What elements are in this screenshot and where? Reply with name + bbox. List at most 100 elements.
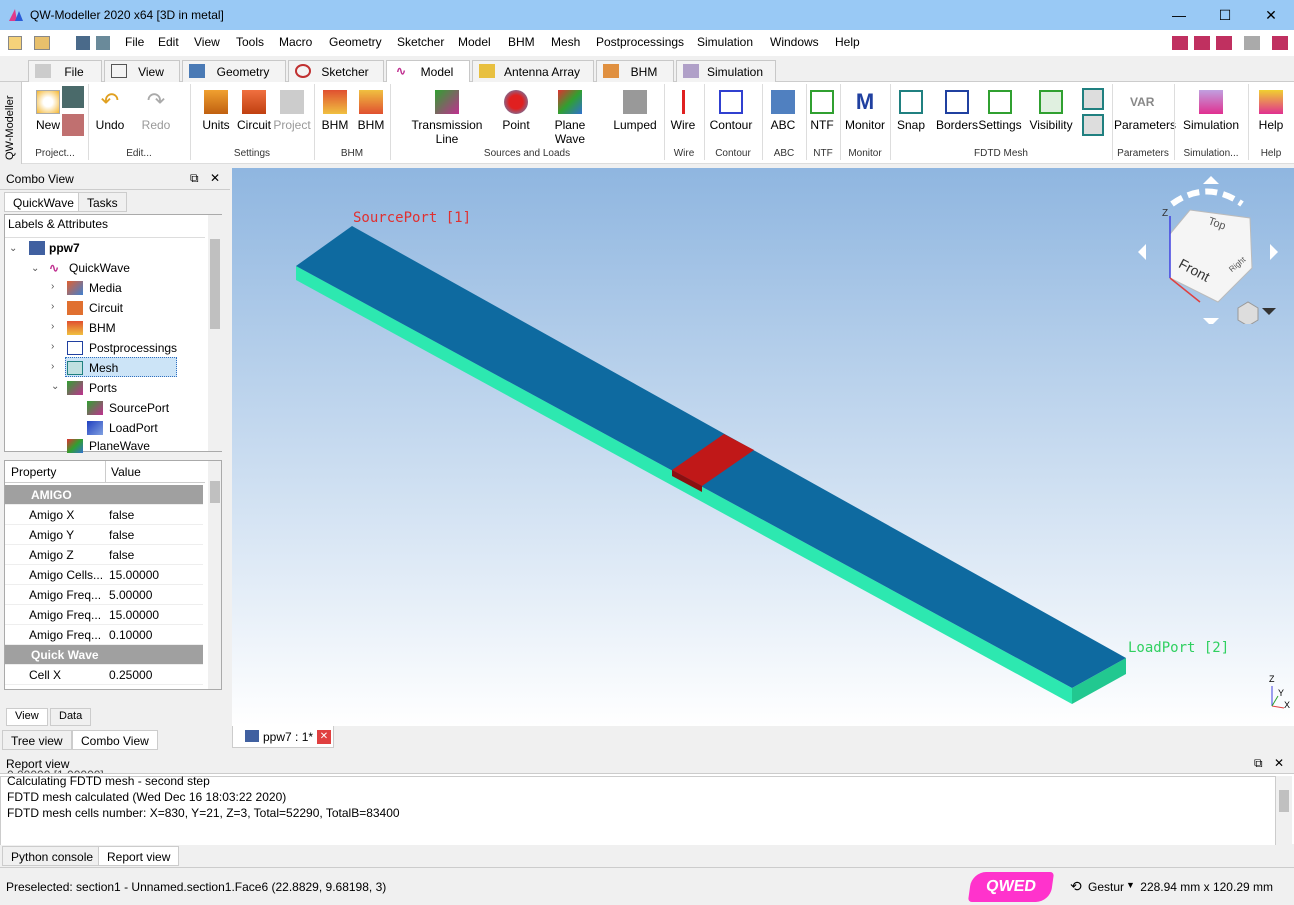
- property-scrollbar[interactable]: [208, 461, 221, 689]
- property-row[interactable]: Amigo Freq... 15.00000: [5, 605, 203, 625]
- settings-button[interactable]: Settings: [978, 90, 1022, 132]
- 3d-viewport[interactable]: SourcePort [1] LoadPort [2] Z Top Front …: [232, 168, 1294, 726]
- property-row[interactable]: Amigo Freq... 5.00000: [5, 585, 203, 605]
- transmission-line-button[interactable]: Transmission Line: [400, 90, 494, 146]
- plane-wave-button[interactable]: Plane Wave: [538, 90, 602, 146]
- save-icon-large[interactable]: [62, 86, 84, 108]
- save-icon[interactable]: [76, 36, 90, 50]
- tree-mesh[interactable]: Mesh: [89, 361, 118, 375]
- qw-icon[interactable]: [1172, 36, 1188, 50]
- property-value[interactable]: 0.25000: [109, 668, 152, 682]
- abc-button[interactable]: ABC: [766, 90, 800, 132]
- tab-report-view[interactable]: Report view: [98, 846, 180, 866]
- tab-tasks[interactable]: Tasks: [78, 192, 127, 212]
- report-scrollbar[interactable]: [1276, 776, 1292, 846]
- property-group-header[interactable]: Quick Wave: [5, 645, 203, 665]
- save-as-icon[interactable]: [96, 36, 110, 50]
- float-icon[interactable]: ⧉: [190, 171, 199, 186]
- borders-button[interactable]: Borders: [934, 90, 980, 132]
- tree-scrollbar[interactable]: [208, 215, 222, 451]
- combo-close-icon[interactable]: ✕: [210, 171, 220, 185]
- property-value[interactable]: 5.00000: [109, 588, 152, 602]
- bhm-button-2[interactable]: BHM: [354, 90, 388, 132]
- tab-geometry[interactable]: Geometry: [182, 60, 286, 82]
- tree-media[interactable]: Media: [89, 281, 122, 295]
- tree-ppw7[interactable]: ppw7: [49, 241, 80, 255]
- visibility-button[interactable]: Visibility: [1028, 90, 1074, 132]
- property-value[interactable]: false: [109, 528, 134, 542]
- doc-tab-close-icon[interactable]: ✕: [317, 730, 331, 744]
- open-icon[interactable]: [34, 36, 50, 50]
- tab-data-bottom[interactable]: Data: [50, 708, 92, 726]
- qw3-icon[interactable]: [1216, 36, 1232, 50]
- property-value[interactable]: 15.00000: [109, 608, 159, 622]
- snap-button[interactable]: Snap: [894, 90, 928, 132]
- property-row[interactable]: Cell X 0.25000: [5, 665, 203, 685]
- menu-file[interactable]: File: [125, 35, 144, 49]
- tab-bhm[interactable]: BHM: [596, 60, 674, 82]
- contour-button[interactable]: Contour: [708, 90, 754, 132]
- wire-button[interactable]: Wire: [668, 90, 698, 132]
- menu-simulation[interactable]: Simulation: [697, 35, 753, 49]
- tree-loadport[interactable]: LoadPort: [109, 421, 158, 435]
- group-simulation[interactable]: Simulation...: [1174, 148, 1248, 159]
- tree-postprocessings[interactable]: Postprocessings: [89, 341, 177, 355]
- parameters-button[interactable]: VAR Parameters: [1114, 90, 1176, 132]
- bhm-button-1[interactable]: BHM: [318, 90, 352, 132]
- monitor-button[interactable]: M Monitor: [842, 90, 888, 133]
- www-icon[interactable]: [1244, 36, 1260, 50]
- export-icon[interactable]: [62, 114, 84, 136]
- menu-sketcher[interactable]: Sketcher: [397, 35, 444, 49]
- navigation-style-icon[interactable]: ⟲: [1070, 878, 1082, 895]
- property-value[interactable]: false: [109, 508, 134, 522]
- tab-combo-view[interactable]: Combo View: [72, 730, 158, 750]
- mesh-view-icon[interactable]: [1082, 88, 1104, 110]
- project-button[interactable]: Project: [272, 90, 312, 132]
- redo-button[interactable]: ↷ Redo: [136, 90, 176, 133]
- property-value[interactable]: 0.10000: [109, 628, 152, 642]
- menu-bhm[interactable]: BHM: [508, 35, 535, 49]
- tree-bhm[interactable]: BHM: [89, 321, 116, 335]
- menu-geometry[interactable]: Geometry: [329, 35, 382, 49]
- navigation-cube[interactable]: Z Top Front Right: [1132, 174, 1282, 327]
- tree-sourceport[interactable]: SourcePort: [109, 401, 169, 415]
- property-row[interactable]: Amigo Cells... 15.00000: [5, 565, 203, 585]
- close-button[interactable]: ✕: [1248, 0, 1294, 30]
- report-close-icon[interactable]: ✕: [1274, 756, 1284, 770]
- property-row[interactable]: Amigo Z false: [5, 545, 203, 565]
- tree-quickwave[interactable]: QuickWave: [69, 261, 130, 275]
- group-edit[interactable]: Edit...: [88, 148, 190, 159]
- menu-mesh[interactable]: Mesh: [551, 35, 580, 49]
- tab-view[interactable]: View: [104, 60, 180, 82]
- tab-quickwave[interactable]: QuickWave: [4, 192, 83, 212]
- simulation-button[interactable]: Simulation: [1178, 90, 1244, 132]
- navigation-style[interactable]: Gestur: [1088, 880, 1124, 894]
- point-button[interactable]: Point: [496, 90, 536, 132]
- tree-planewave[interactable]: PlaneWave: [89, 439, 150, 453]
- tab-view-bottom[interactable]: View: [6, 708, 48, 726]
- tab-python-console[interactable]: Python console: [2, 846, 103, 866]
- menu-tools[interactable]: Tools: [236, 35, 264, 49]
- property-row[interactable]: Amigo X false: [5, 505, 203, 525]
- circuit-button[interactable]: Circuit: [234, 90, 274, 132]
- ntf-button[interactable]: NTF: [808, 90, 836, 132]
- tab-antenna-array[interactable]: Antenna Array: [472, 60, 594, 82]
- tab-simulation[interactable]: Simulation: [676, 60, 776, 82]
- property-row[interactable]: Amigo Y false: [5, 525, 203, 545]
- undo-button[interactable]: ↶ Undo: [92, 90, 128, 133]
- tab-model[interactable]: ∿ Model: [386, 60, 470, 83]
- group-project[interactable]: Project...: [22, 148, 88, 159]
- tree-circuit[interactable]: Circuit: [89, 301, 123, 315]
- units-button[interactable]: Units: [196, 90, 236, 132]
- property-row[interactable]: Amigo Freq... 0.10000: [5, 625, 203, 645]
- property-value[interactable]: 15.00000: [109, 568, 159, 582]
- menu-model[interactable]: Model: [458, 35, 491, 49]
- minimize-button[interactable]: —: [1156, 0, 1202, 30]
- qw2-icon[interactable]: [1194, 36, 1210, 50]
- mesh-config-icon[interactable]: [1082, 114, 1104, 136]
- doc-tab-ppw7[interactable]: ppw7 : 1* ✕: [232, 726, 334, 748]
- tree-ports[interactable]: Ports: [89, 381, 117, 395]
- menu-macro[interactable]: Macro: [279, 35, 312, 49]
- property-group-header[interactable]: AMIGO: [5, 485, 203, 505]
- menu-windows[interactable]: Windows: [770, 35, 819, 49]
